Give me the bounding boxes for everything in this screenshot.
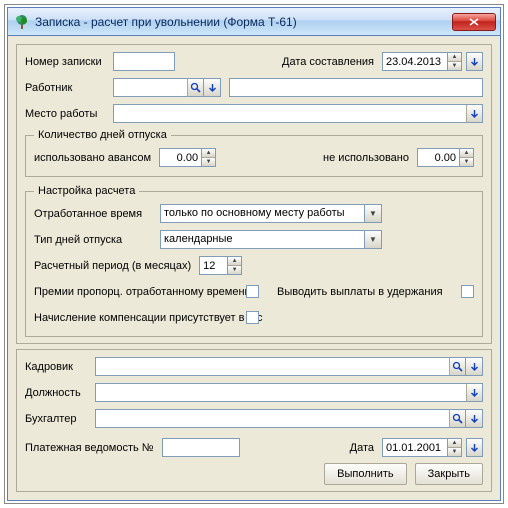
compose-date-field[interactable] (382, 52, 447, 71)
day-type-combo[interactable]: календарные ▼ (160, 230, 382, 249)
footer-date-field[interactable] (382, 438, 447, 457)
spin-up-icon[interactable]: ▲ (202, 149, 215, 158)
day-type-value: календарные (160, 230, 365, 249)
position-label: Должность (25, 387, 95, 399)
accountant-lookup[interactable] (95, 409, 483, 428)
window: Записка - расчет при увольнении (Форма Т… (7, 7, 501, 501)
footer-date-input[interactable]: ▲ ▼ (382, 438, 462, 457)
spin-down-icon[interactable]: ▼ (448, 448, 461, 456)
window-title: Записка - расчет при увольнении (Форма Т… (35, 15, 452, 29)
footer-date-label: Дата (350, 442, 374, 454)
spin-up-icon[interactable]: ▲ (228, 257, 241, 266)
chevron-down-icon[interactable]: ▼ (365, 204, 382, 223)
spin-down-icon[interactable]: ▼ (228, 266, 241, 274)
note-number-label: Номер записки (25, 56, 113, 68)
day-type-label: Тип дней отпуска (34, 234, 160, 246)
spin-down-icon[interactable]: ▼ (202, 158, 215, 166)
workplace-label: Место работы (25, 108, 113, 120)
footer-panel: Кадровик Должность (16, 349, 492, 492)
chevron-down-icon[interactable]: ▼ (365, 230, 382, 249)
worker-display-input[interactable] (229, 78, 483, 97)
payroll-input[interactable] (162, 438, 240, 457)
arrow-down-icon[interactable] (466, 357, 483, 376)
header-panel: Номер записки Дата составления ▲ ▼ (16, 44, 492, 344)
compose-date-input[interactable]: ▲ ▼ (382, 52, 462, 71)
not-used-input[interactable]: ▲ ▼ (417, 148, 474, 167)
worker-lookup[interactable] (113, 78, 221, 97)
close-window-button[interactable]: Закрыть (415, 463, 483, 485)
date-dropdown-button[interactable] (466, 438, 483, 457)
arrow-down-icon[interactable] (466, 104, 483, 123)
note-number-input[interactable] (113, 52, 175, 71)
titlebar: Записка - расчет при увольнении (Форма Т… (8, 8, 500, 36)
used-advance-field[interactable] (159, 148, 201, 167)
period-label: Расчетный период (в месяцах) (34, 260, 191, 272)
workplace-lookup[interactable] (113, 104, 483, 123)
arrow-down-icon[interactable] (204, 78, 221, 97)
workplace-input[interactable] (113, 104, 466, 123)
arrow-down-icon[interactable] (466, 383, 483, 402)
worker-label: Работник (25, 82, 113, 94)
period-input[interactable]: ▲ ▼ (199, 256, 242, 275)
not-used-label: не использовано (323, 152, 409, 164)
calc-settings-fieldset: Настройка расчета Отработанное время тол… (25, 185, 483, 337)
compose-date-label: Дата составления (282, 56, 374, 68)
calc-settings-legend: Настройка расчета (34, 185, 139, 197)
used-advance-label: использовано авансом (34, 152, 151, 164)
worked-time-label: Отработанное время (34, 208, 160, 220)
position-input[interactable] (95, 383, 466, 402)
kadrovik-input[interactable] (95, 357, 449, 376)
spin-down-icon[interactable]: ▼ (460, 158, 473, 166)
execute-button[interactable]: Выполнить (324, 463, 406, 485)
used-advance-input[interactable]: ▲ ▼ (159, 148, 216, 167)
kadrovik-label: Кадровик (25, 361, 95, 373)
close-button[interactable] (452, 13, 496, 31)
vacation-days-fieldset: Количество дней отпуска использовано ава… (25, 129, 483, 177)
worked-time-combo[interactable]: только по основному месту работы ▼ (160, 204, 382, 223)
spin-down-icon[interactable]: ▼ (448, 62, 461, 70)
spin-up-icon[interactable]: ▲ (448, 439, 461, 448)
spin-up-icon[interactable]: ▲ (460, 149, 473, 158)
bonus-prop-label: Премии пропорц. отработанному времени (34, 286, 246, 298)
comp-present-label: Начисление компенсации присутствует в л/… (34, 312, 246, 324)
vacation-days-legend: Количество дней отпуска (34, 129, 171, 141)
worker-input[interactable] (113, 78, 187, 97)
bonus-prop-checkbox[interactable] (246, 285, 259, 298)
payroll-label: Платежная ведомость № (25, 442, 154, 454)
search-icon[interactable] (449, 357, 466, 376)
spin-up-icon[interactable]: ▲ (448, 53, 461, 62)
position-lookup[interactable] (95, 383, 483, 402)
worked-time-value: только по основному месту работы (160, 204, 365, 223)
not-used-field[interactable] (417, 148, 459, 167)
search-icon[interactable] (187, 78, 204, 97)
accountant-input[interactable] (95, 409, 449, 428)
app-icon (14, 14, 30, 30)
search-icon[interactable] (449, 409, 466, 428)
date-dropdown-button[interactable] (466, 52, 483, 71)
period-field[interactable] (199, 256, 227, 275)
arrow-down-icon[interactable] (466, 409, 483, 428)
comp-present-checkbox[interactable] (246, 311, 259, 324)
accountant-label: Бухгалтер (25, 413, 95, 425)
payouts-to-ded-checkbox[interactable] (461, 285, 474, 298)
kadrovik-lookup[interactable] (95, 357, 483, 376)
payouts-to-ded-label: Выводить выплаты в удержания (277, 286, 461, 298)
